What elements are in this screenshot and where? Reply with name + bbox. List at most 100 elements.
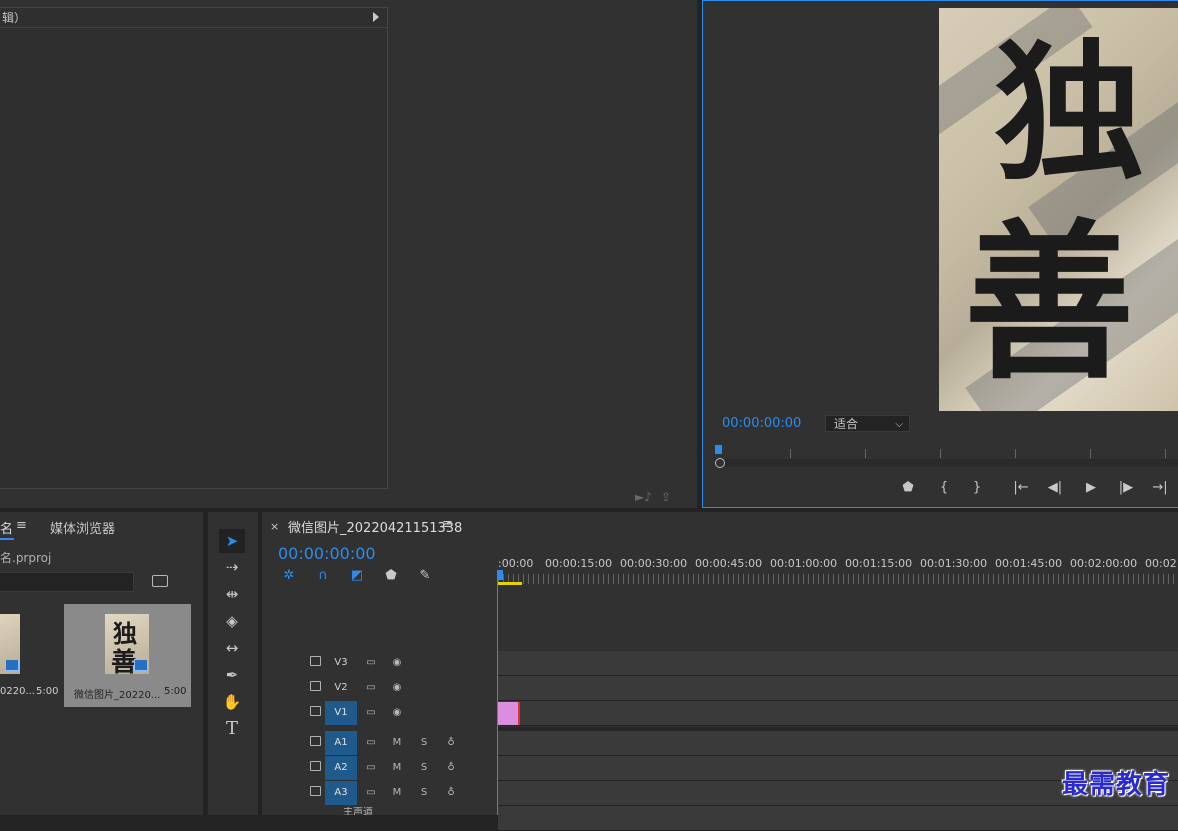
scroll-handle[interactable] (715, 458, 725, 468)
effect-controls-title: 辑） (2, 11, 27, 25)
mute-button[interactable]: M (385, 781, 409, 805)
nest-icon[interactable]: ✲ (280, 568, 298, 584)
item-duration: 5:00 (164, 686, 187, 697)
ruler-label: 00:01:45:00 (995, 557, 1063, 570)
toggle-sync-lock-icon[interactable]: ▭ (359, 781, 383, 805)
track-lane-v3[interactable] (498, 651, 1178, 676)
item-name: 0220... (0, 686, 35, 697)
microphone-icon[interactable]: ♁ (439, 731, 463, 755)
add-marker-button[interactable]: ⬟ (897, 479, 919, 497)
image-badge-icon (134, 659, 148, 671)
lock-icon[interactable] (310, 706, 321, 716)
timeline-clip[interactable] (498, 702, 520, 725)
track-name[interactable]: A2 (325, 756, 357, 780)
track-headers: V3 ▭ ◉ V2 ▭ ◉ V1 ▭ ◉ A1 ▭ M S ♁ A2 ▭ M S… (262, 651, 498, 815)
track-lane-a1[interactable] (498, 731, 1178, 756)
track-select-tool-icon[interactable]: ⇢ (219, 555, 245, 579)
tab-project[interactable]: 名 (0, 518, 13, 537)
close-icon[interactable]: × (270, 520, 279, 533)
linked-selection-icon[interactable]: ◩ (348, 568, 366, 584)
project-search-input[interactable] (0, 572, 134, 592)
find-icon[interactable] (152, 575, 168, 587)
ruler-label: 00:01:00:00 (770, 557, 838, 570)
mute-button[interactable]: M (385, 731, 409, 755)
program-time-ruler[interactable] (715, 445, 1178, 460)
zoom-fit-select[interactable]: 适合 ⌵ (825, 415, 910, 432)
track-name[interactable]: A3 (325, 781, 357, 805)
track-name[interactable]: V1 (325, 701, 357, 725)
microphone-icon[interactable]: ♁ (439, 781, 463, 805)
ruler-label: 00:01:30:00 (920, 557, 988, 570)
microphone-icon[interactable]: ♁ (439, 756, 463, 780)
selection-tool-icon[interactable]: ➤ (219, 529, 245, 553)
project-item-selected[interactable]: 独 善 微信图片_20220... 5:00 (64, 604, 191, 707)
solo-button[interactable]: S (412, 781, 436, 805)
timeline-playhead-line[interactable] (497, 570, 498, 815)
type-tool-icon[interactable]: T (219, 717, 245, 741)
timeline-playhead[interactable] (497, 570, 503, 580)
mark-in-button[interactable]: { (933, 479, 955, 497)
hand-tool-icon[interactable]: ✋ (219, 690, 245, 714)
project-item[interactable]: 0220... 5:00 (0, 604, 60, 707)
toggle-sync-lock-icon[interactable]: ▭ (359, 676, 383, 700)
wrench-icon[interactable]: ✎ (416, 568, 434, 584)
master-track-label: 主声道 (343, 807, 373, 815)
lock-icon[interactable] (310, 786, 321, 796)
ruler-label: :00:00 (498, 557, 534, 570)
toggle-sync-lock-icon[interactable]: ▭ (359, 651, 383, 675)
timeline-ruler-labels: :00:00 00:00:15:00 00:00:30:00 00:00:45:… (498, 557, 1178, 571)
audio-filter-icon[interactable]: ►♪ (635, 490, 652, 504)
effect-controls-header: 辑） (0, 8, 387, 28)
track-lane-master[interactable] (498, 806, 1178, 831)
timeline-ruler[interactable] (498, 574, 1178, 584)
solo-button[interactable]: S (412, 756, 436, 780)
track-lane-v1[interactable] (498, 701, 1178, 726)
eye-icon[interactable]: ◉ (385, 651, 409, 675)
tools-panel: ➤ ⇢ ⇹ ◈ ↔ ✒ ✋ T (208, 512, 258, 815)
track-lane-v2[interactable] (498, 676, 1178, 701)
program-playhead[interactable] (715, 445, 722, 454)
track-name[interactable]: A1 (325, 731, 357, 755)
go-to-out-button[interactable]: →| (1149, 479, 1171, 497)
panel-menu-icon[interactable]: ≡ (16, 518, 27, 533)
sequence-tab[interactable]: 微信图片_20220421151338 (288, 517, 462, 536)
toggle-sync-lock-icon[interactable]: ▭ (359, 731, 383, 755)
step-back-button[interactable]: ◀| (1044, 479, 1066, 497)
step-forward-button[interactable]: |▶ (1115, 479, 1137, 497)
eye-icon[interactable]: ◉ (385, 676, 409, 700)
lock-icon[interactable] (310, 656, 321, 666)
export-icon[interactable]: ⇪ (661, 490, 677, 504)
toggle-sync-lock-icon[interactable]: ▭ (359, 756, 383, 780)
lock-icon[interactable] (310, 681, 321, 691)
timeline-timecode[interactable]: 00:00:00:00 (278, 544, 376, 563)
ripple-edit-tool-icon[interactable]: ⇹ (219, 582, 245, 606)
active-tab-indicator (0, 538, 14, 540)
track-name[interactable]: V3 (325, 651, 357, 675)
lock-icon[interactable] (310, 736, 321, 746)
track-name[interactable]: V2 (325, 676, 357, 700)
lock-icon[interactable] (310, 761, 321, 771)
razor-tool-icon[interactable]: ◈ (219, 609, 245, 633)
eye-icon[interactable]: ◉ (385, 701, 409, 725)
panel-menu-icon[interactable]: ≡ (442, 517, 453, 532)
mark-out-button[interactable]: } (966, 479, 988, 497)
calligraphy-char-bottom: 善 (964, 203, 1135, 403)
tab-media-browser[interactable]: 媒体浏览器 (50, 518, 115, 537)
snap-magnet-icon[interactable]: ∩ (314, 568, 332, 584)
slip-tool-icon[interactable]: ↔ (219, 636, 245, 660)
toggle-sync-lock-icon[interactable]: ▭ (359, 701, 383, 725)
work-area-bar[interactable] (498, 582, 522, 585)
play-button[interactable]: ▶ (1080, 479, 1102, 497)
mute-button[interactable]: M (385, 756, 409, 780)
pen-tool-icon[interactable]: ✒ (219, 663, 245, 687)
program-zoom-scrollbar[interactable] (715, 458, 1178, 468)
add-marker-icon[interactable]: ⬟ (382, 568, 400, 584)
ruler-label: 00:00:30:00 (620, 557, 688, 570)
track-header-a2: A2 ▭ M S ♁ (262, 756, 498, 780)
solo-button[interactable]: S (412, 731, 436, 755)
ruler-label: 00:02:1 (1145, 557, 1178, 570)
go-to-in-button[interactable]: |← (1010, 479, 1032, 497)
zoom-fit-label: 适合 (834, 417, 859, 431)
program-timecode[interactable]: 00:00:00:00 (722, 416, 801, 431)
expand-arrow-icon[interactable] (373, 12, 379, 22)
